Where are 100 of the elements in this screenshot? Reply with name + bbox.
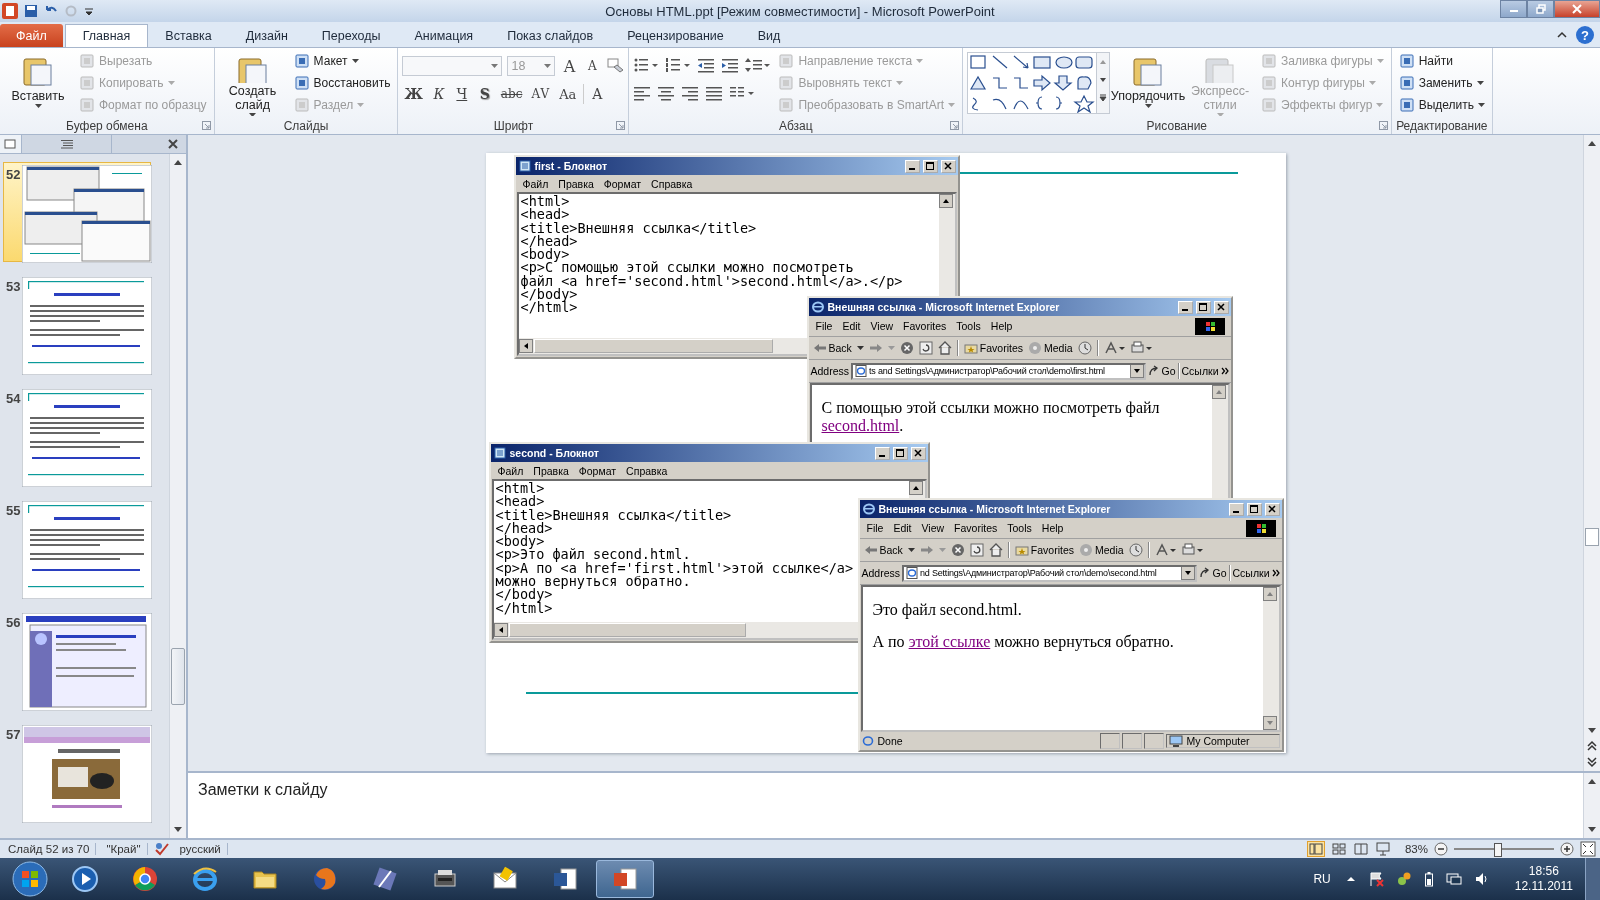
links-button[interactable]: Ссылки [1232,567,1270,579]
thumbnail-row[interactable]: 57 [3,722,151,822]
menu-item[interactable]: View [867,320,897,332]
refresh-icon[interactable] [918,341,933,355]
scrollbar[interactable] [169,154,186,838]
scroll-left-icon[interactable] [518,339,533,353]
stop-icon[interactable] [899,341,914,355]
menu-item[interactable]: Формат [600,177,645,190]
slide-thumbnail[interactable] [22,165,153,263]
home-icon[interactable] [988,543,1003,557]
zoom-out-icon[interactable] [1434,842,1448,856]
ribbon-tab[interactable]: Анимация [397,24,491,47]
scroll-thumb[interactable] [1585,528,1599,546]
media-button[interactable]: Media [1079,543,1124,557]
numbering-icon[interactable] [665,57,692,73]
clock-date[interactable]: 12.11.2011 [1514,879,1573,894]
thumbnail-row[interactable]: 53 [3,274,151,374]
restore-button[interactable] [1527,0,1554,18]
history-icon[interactable] [1077,341,1092,355]
menu-item[interactable]: Help [1038,522,1067,534]
menu-item[interactable]: File [812,320,836,332]
scroll-up-icon[interactable] [938,194,953,208]
format-button[interactable]: S [475,84,494,104]
slide[interactable] [485,153,1286,753]
theme-name[interactable]: "Край" [102,843,148,855]
stop-icon[interactable] [950,543,965,557]
thumbnail-row[interactable]: 55 [3,498,151,598]
font-name-field[interactable] [402,56,503,76]
caret-icon[interactable] [907,548,915,552]
print-icon[interactable] [1130,341,1153,355]
thumbnail-row[interactable]: 56 [3,610,151,710]
menu-item[interactable]: Help [987,320,1016,332]
justify-icon[interactable] [705,85,724,101]
link[interactable]: этой ссылке [908,633,991,650]
save-icon[interactable] [24,4,38,18]
normal-view-icon[interactable] [1306,841,1325,857]
increase-indent-icon[interactable] [721,57,740,73]
zoom-level[interactable]: 83% [1404,843,1428,855]
dropdown-icon[interactable] [1180,566,1195,580]
ribbon-tab[interactable]: Вставка [148,24,229,47]
slideshow-icon[interactable] [1374,841,1391,857]
launcher-icon[interactable] [616,121,626,130]
ribbon-tab[interactable]: Вид [740,24,798,47]
slide-thumbnail[interactable] [22,725,153,823]
menu-item[interactable]: Tools [1004,522,1035,534]
chevron-icon[interactable] [1271,569,1280,577]
menu-item[interactable]: Tools [953,320,984,332]
menu-item[interactable]: View [918,522,948,534]
ribbon-button[interactable]: Найти [1395,50,1488,72]
scrollbar[interactable] [1583,773,1600,838]
format-button[interactable]: AV [529,84,553,104]
slide-thumbnail[interactable] [22,389,153,487]
maximize-button[interactable] [1246,502,1262,516]
scroll-down-icon[interactable] [1262,716,1277,730]
print-icon[interactable] [1181,543,1204,557]
ribbon-button[interactable]: Макет [290,50,394,72]
chevron-icon[interactable] [1220,367,1229,375]
scroll-thumb[interactable] [171,648,185,705]
menu-item[interactable]: Edit [839,320,864,332]
align-right-icon[interactable] [681,85,700,101]
menu-item[interactable]: Справка [623,464,671,477]
ribbon-button[interactable]: Восстановить [290,72,394,94]
menu-item[interactable]: Правка [530,464,572,477]
eraser-icon[interactable] [606,58,625,74]
refresh-icon[interactable] [969,543,984,557]
sorter-view-icon[interactable] [1330,841,1347,857]
menu-item[interactable]: Файл [519,177,552,190]
favorites-button[interactable]: Favorites [963,342,1024,354]
slider-thumb[interactable] [1494,843,1502,857]
align-left-icon[interactable] [633,85,652,101]
back-button[interactable]: Back [812,342,852,354]
menu-item[interactable]: Favorites [900,320,950,332]
font-size-button[interactable]: A [583,56,602,76]
zoom-slider[interactable] [1454,842,1554,856]
home-icon[interactable] [937,341,952,355]
menu-item[interactable]: Edit [890,522,915,534]
speaker-icon[interactable] [1473,871,1490,887]
decrease-indent-icon[interactable] [697,57,716,73]
caret-icon[interactable] [856,346,864,350]
launcher-icon[interactable] [1378,121,1388,130]
ribbon-tab[interactable]: Рецензирование [610,24,741,47]
links-button[interactable]: Ссылки [1181,365,1219,377]
monitor-icon[interactable] [1445,871,1462,887]
file-tab[interactable]: Файл [0,24,63,47]
reading-view-icon[interactable] [1352,841,1369,857]
maximize-button[interactable] [892,446,908,460]
next-slide-icon[interactable] [1585,755,1599,769]
slide-thumbnail[interactable] [22,613,153,711]
large-button[interactable]: Вставить [4,50,72,116]
selected-thumbnail-row[interactable]: 52 [3,162,151,262]
favorites-button[interactable]: Favorites [1014,544,1075,556]
go-button[interactable]: Go [1198,567,1227,579]
address-field[interactable]: ts and Settings\Администратор\Рабочий стол\demo\first.html [851,362,1146,380]
large-button[interactable]: Создать слайд [218,50,287,116]
taskbar-button[interactable] [596,860,654,898]
language-text[interactable]: русский [175,843,228,855]
battery-icon[interactable] [1423,871,1434,887]
menu-item[interactable]: Справка [648,177,696,190]
go-button[interactable]: Go [1147,365,1176,377]
fit-slide-icon[interactable] [1580,841,1596,857]
